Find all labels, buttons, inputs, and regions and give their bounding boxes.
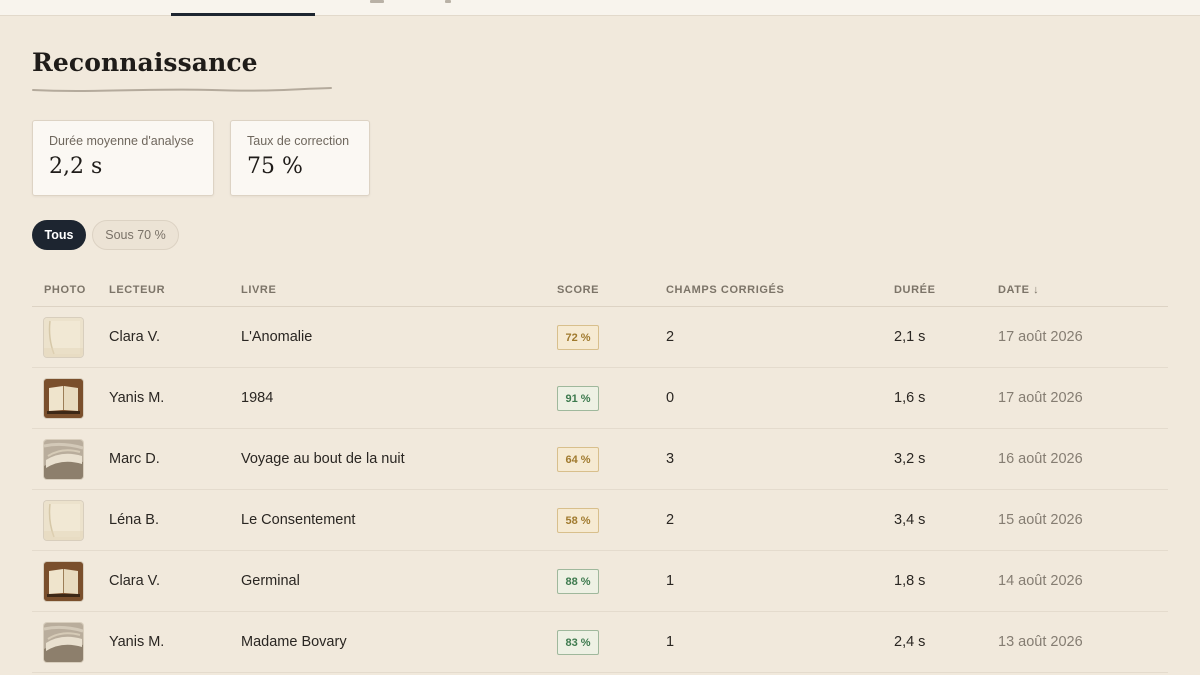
stat-label: Taux de correction — [247, 134, 350, 148]
score-badge: 64 % — [557, 447, 599, 472]
fields-corrected: 0 — [666, 390, 675, 406]
fields-corrected: 1 — [666, 573, 675, 589]
stat-value: 75 % — [247, 154, 303, 179]
date: 14 août 2026 — [998, 573, 1083, 589]
reader-name: Léna B. — [109, 512, 159, 528]
date: 17 août 2026 — [998, 329, 1083, 345]
score-badge: 91 % — [557, 386, 599, 411]
table-row[interactable]: Léna B. Le Consentement 58 % 2 3,4 s 15 … — [32, 490, 1168, 551]
open-book-photo — [44, 379, 83, 418]
fields-corrected: 1 — [666, 634, 675, 650]
top-nav — [0, 0, 1200, 16]
book-title: Voyage au bout de la nuit — [241, 451, 405, 467]
header-score[interactable]: SCORE — [557, 284, 599, 296]
reader-name: Clara V. — [109, 329, 161, 345]
book-pages-photo — [44, 440, 83, 479]
score-badge: 58 % — [557, 508, 599, 533]
reader-name: Yanis M. — [109, 634, 165, 650]
stat-card-correction-rate: Taux de correction 75 % — [230, 120, 370, 196]
header-fields[interactable]: CHAMPS CORRIGÉS — [666, 284, 784, 296]
fields-corrected: 3 — [666, 451, 675, 467]
table-row[interactable]: Marc D. Voyage au bout de la nuit 64 % 3… — [32, 429, 1168, 490]
duration: 1,8 s — [894, 573, 926, 589]
tab-active-indicator[interactable] — [171, 13, 315, 16]
table-row[interactable]: Clara V. L'Anomalie 72 % 2 2,1 s 17 août… — [32, 307, 1168, 368]
table-row[interactable]: Clara V. Germinal 88 % 1 1,8 s 14 août 2… — [32, 551, 1168, 612]
duration: 3,2 s — [894, 451, 926, 467]
book-title: Le Consentement — [241, 512, 356, 528]
fields-corrected: 2 — [666, 512, 675, 528]
duration: 2,1 s — [894, 329, 926, 345]
table-header: PHOTO LECTEUR LIVRE SCORE CHAMPS CORRIGÉ… — [32, 274, 1168, 307]
score-badge: 72 % — [557, 325, 599, 350]
book-title: L'Anomalie — [241, 329, 313, 345]
book-title: Madame Bovary — [241, 634, 347, 650]
duration: 2,4 s — [894, 634, 926, 650]
header-book[interactable]: LIVRE — [241, 284, 276, 296]
book-pages-photo — [44, 623, 83, 662]
date: 15 août 2026 — [998, 512, 1083, 528]
reader-name: Yanis M. — [109, 390, 165, 406]
tab-cut-off[interactable] — [445, 0, 451, 3]
header-photo: PHOTO — [44, 284, 86, 296]
blank-page-photo — [44, 501, 83, 540]
book-title: Germinal — [241, 573, 300, 589]
table-row[interactable]: Yanis M. 1984 91 % 0 1,6 s 17 août 2026 — [32, 368, 1168, 429]
book-title: 1984 — [241, 390, 274, 406]
date: 16 août 2026 — [998, 451, 1083, 467]
stat-value: 2,2 s — [49, 154, 103, 179]
open-book-photo — [44, 562, 83, 601]
score-badge: 88 % — [557, 569, 599, 594]
header-date-sort[interactable]: DATE ↓ — [998, 284, 1039, 296]
filter-chip-all[interactable]: Tous — [32, 220, 86, 250]
page-title: Reconnaissance — [32, 48, 258, 77]
reader-name: Clara V. — [109, 573, 161, 589]
date: 13 août 2026 — [998, 634, 1083, 650]
score-badge: 83 % — [557, 630, 599, 655]
recognition-table: PHOTO LECTEUR LIVRE SCORE CHAMPS CORRIGÉ… — [32, 274, 1168, 673]
duration: 1,6 s — [894, 390, 926, 406]
title-underline — [32, 87, 332, 92]
filter-chip-under-70[interactable]: Sous 70 % — [92, 220, 179, 250]
fields-corrected: 2 — [666, 329, 675, 345]
stat-card-avg-duration: Durée moyenne d'analyse 2,2 s — [32, 120, 214, 196]
tab-cut-off[interactable] — [370, 0, 384, 3]
duration: 3,4 s — [894, 512, 926, 528]
date: 17 août 2026 — [998, 390, 1083, 406]
header-duration[interactable]: DURÉE — [894, 284, 936, 296]
blank-page-photo — [44, 318, 83, 357]
table-row[interactable]: Yanis M. Madame Bovary 83 % 1 2,4 s 13 a… — [32, 612, 1168, 673]
stat-label: Durée moyenne d'analyse — [49, 134, 194, 148]
header-reader[interactable]: LECTEUR — [109, 284, 165, 296]
reader-name: Marc D. — [109, 451, 160, 467]
